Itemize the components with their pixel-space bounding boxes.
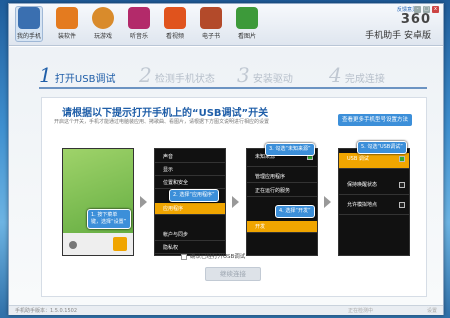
step-label: 检测手机状态 (154, 74, 215, 85)
arrow-icon (324, 196, 331, 208)
page-title: 请根据以下提示打开手机上的“USB调试”开关 (62, 108, 269, 119)
menu-item: 声音 (155, 151, 225, 163)
step-4-bubble: 4. 选择“开发” (275, 205, 315, 218)
nav-music[interactable]: 听音乐 (125, 7, 153, 40)
step-label: 完成连接 (344, 74, 385, 85)
nav-pictures[interactable]: 看图片 (233, 7, 261, 40)
more-models-button[interactable]: 查看更多手机型号设置方法 (338, 114, 412, 126)
nav-label: 装软件 (57, 33, 76, 40)
brand-logo: 360 (400, 12, 431, 27)
step-2: 2 检测手机状态 (139, 63, 215, 87)
nav-my-phone[interactable]: 我的手机 (15, 6, 43, 42)
video-icon (164, 7, 186, 29)
brand: 360 手机助手 安卓版 (365, 12, 431, 41)
nav-install-apps[interactable]: 装软件 (53, 7, 81, 40)
step-number: 4 (329, 63, 342, 87)
status-text: 正在检测中 (347, 308, 373, 314)
nav-games[interactable]: 玩游戏 (89, 7, 117, 40)
menu-item-apps: 应用程序 (155, 203, 225, 215)
menu-item-usb: USB 调试 (339, 153, 409, 169)
page-subtitle: 开启这个开关，手机才能通过电脑装应用、拷歌曲、看图片，请根据下方图文说明进行相应… (54, 119, 270, 125)
menu-item-label: 保持唤醒状态 (347, 182, 378, 188)
step-number: 1 (39, 63, 52, 87)
arrow-icon (232, 196, 239, 208)
nav-video[interactable]: 看视频 (161, 7, 189, 40)
music-icon (128, 7, 150, 29)
menu-item: 位置和安全 (155, 177, 225, 189)
menu-item: 管理应用程序 (247, 171, 317, 183)
phone-screen-1: 1. 按下菜单键，选择“设置” (62, 148, 134, 256)
checkbox-icon (399, 202, 405, 208)
checkbox-icon (399, 182, 405, 188)
nav-label: 看图片 (237, 33, 256, 40)
step-4: 4 完成连接 (329, 63, 385, 87)
version-text: 手机助手版本：1.5.0.1502 (15, 308, 78, 314)
settings-link[interactable]: 设置 (427, 306, 437, 316)
app-window: 我的手机 装软件 玩游戏 听音乐 看视频 电子书 看图片 反馈意见 - □ x … (8, 3, 444, 315)
step-1-bubble: 1. 按下菜单键，选择“设置” (87, 209, 131, 229)
top-nav-bar: 我的手机 装软件 玩游戏 听音乐 看视频 电子书 看图片 反馈意见 - □ x … (9, 4, 443, 46)
nav-ebook[interactable]: 电子书 (197, 7, 225, 40)
menu-item-dev: 开发 (247, 221, 317, 233)
box-icon (56, 7, 78, 29)
menu-item: 帐户与同步 (155, 229, 225, 241)
close-icon[interactable]: x (432, 6, 439, 13)
step-indicator: 1 打开USB调试 2 检测手机状态 3 安装驱动 4 完成连接 (39, 61, 427, 89)
gamepad-icon (92, 7, 114, 29)
arrow-icon (140, 196, 147, 208)
phone-screen-3: 未知来源 管理应用程序 正在运行的服务 开发 3. 勾选“未知来源” 4. 选择… (246, 143, 318, 256)
nav-label: 我的手机 (16, 33, 41, 40)
nav-label: 玩游戏 (93, 33, 112, 40)
menu-item: 显示 (155, 164, 225, 176)
continue-button[interactable]: 继续连接 (205, 267, 261, 281)
step-5-bubble: 5. 勾选“USB调试” (357, 141, 407, 154)
step-label: 打开USB调试 (54, 74, 116, 85)
phone-screen-2: 声音 显示 位置和安全 应用程序 帐户与同步 隐私权 2. 选择“应用程序” (154, 148, 226, 256)
menu-item: 保持唤醒状态 (339, 179, 409, 195)
step-label: 安装驱动 (252, 74, 293, 85)
brand-product: 手机助手 安卓版 (365, 31, 431, 41)
nav-label: 看视频 (165, 33, 184, 40)
step-number: 2 (139, 63, 152, 87)
nav-label: 听音乐 (129, 33, 148, 40)
phone-screen-4: USB 调试 保持唤醒状态 允许模拟地点 5. 勾选“USB调试” (338, 141, 410, 256)
step-3: 3 安装驱动 (237, 63, 293, 87)
menu-item: 正在运行的服务 (247, 185, 317, 197)
search-icon (69, 241, 77, 249)
step-3-bubble: 3. 勾选“未知来源” (265, 143, 315, 156)
confirm-label: 确认已经打开USB调试 (190, 254, 246, 260)
step-1: 1 打开USB调试 (39, 63, 115, 87)
nav-label: 电子书 (201, 33, 220, 40)
status-bar: 手机助手版本：1.5.0.1502 正在检测中 设置 (9, 305, 443, 315)
step-2-bubble: 2. 选择“应用程序” (169, 189, 219, 202)
settings-icon (113, 237, 127, 251)
menu-item: 允许模拟地点 (339, 199, 409, 215)
picture-icon (236, 7, 258, 29)
book-icon (200, 7, 222, 29)
menu-item-label: USB 调试 (347, 156, 369, 162)
checkbox-icon[interactable] (181, 253, 187, 260)
menu-item-label: 允许模拟地点 (347, 202, 378, 208)
phone-icon (18, 7, 40, 29)
confirm-checkbox[interactable]: 确认已经打开USB调试 (181, 252, 245, 260)
checkbox-icon (399, 156, 405, 162)
step-number: 3 (237, 63, 250, 87)
